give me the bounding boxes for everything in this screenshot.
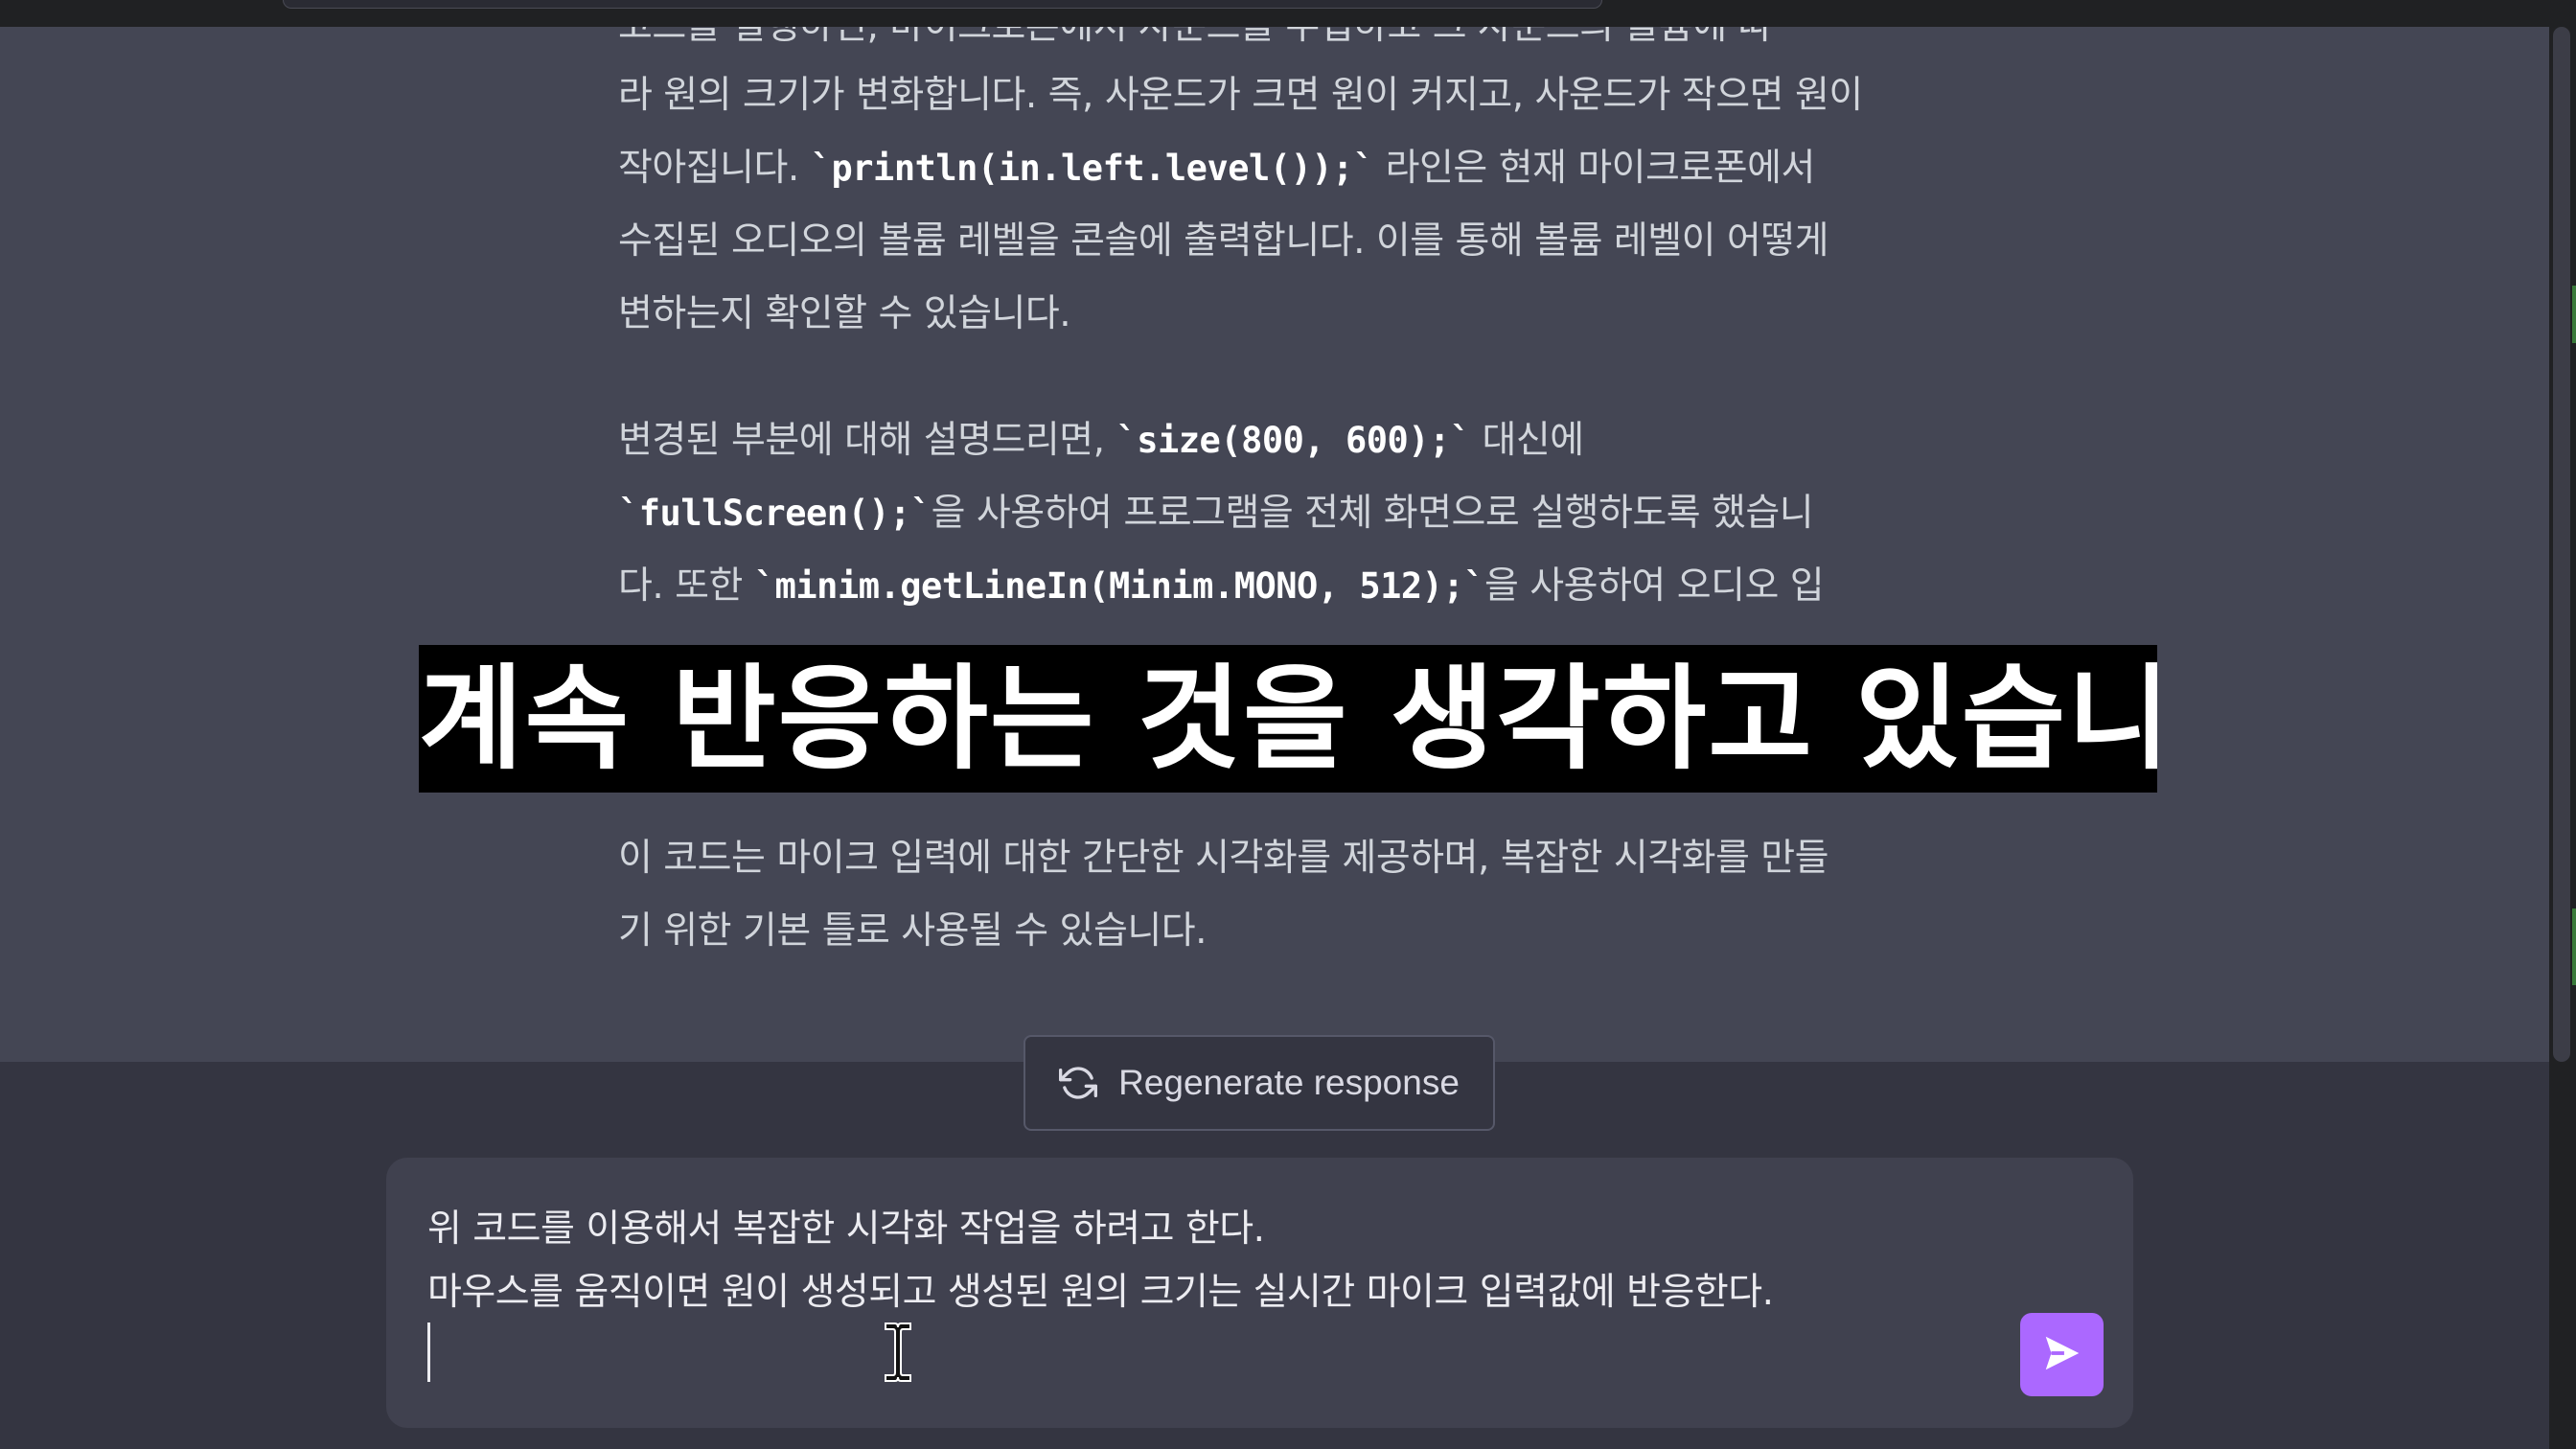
page-scrollbar[interactable] xyxy=(2549,27,2576,1449)
message-line: 수집된 오디오의 볼륨 레벨을 콘솔에 출력합니다. 이를 통해 볼륨 레벨이 … xyxy=(618,219,1829,263)
message-line: 이 코드는 마이크 입력에 대한 간단한 시각화를 제공하며, 복잡한 시각화를… xyxy=(618,837,1829,880)
regenerate-response-button[interactable]: Regenerate response xyxy=(1024,1035,1495,1131)
message-paragraph-1: 라 원의 크기가 변화합니다. 즉, 사운드가 크면 원이 커지고, 사운드가 … xyxy=(618,59,1902,351)
scroll-marker xyxy=(2572,908,2576,985)
inline-code: `println(in.left.level());` xyxy=(810,148,1374,189)
video-subtitle: 계속 반응하는 것을 생각하고 있습니다 xyxy=(419,645,2157,793)
text-caret xyxy=(427,1322,430,1382)
message-line: 라 원의 크기가 변화합니다. 즉, 사운드가 크면 원이 커지고, 사운드가 … xyxy=(618,74,1863,117)
inline-code: `fullScreen();` xyxy=(618,493,932,534)
input-line: 마우스를 움직이면 원이 생성되고 생성된 원의 크기는 실시간 마이크 입력값… xyxy=(427,1271,1774,1314)
message-input-text[interactable]: 위 코드를 이용해서 복잡한 시각화 작업을 하려고 한다. 마우스를 움직이면… xyxy=(427,1198,2009,1324)
inline-code: `size(800, 600);` xyxy=(1116,420,1471,461)
message-paragraph-3: 이 코드는 마이크 입력에 대한 간단한 시각화를 제공하며, 복잡한 시각화를… xyxy=(618,822,1902,968)
input-line: 위 코드를 이용해서 복잡한 시각화 작업을 하려고 한다. xyxy=(427,1208,1265,1251)
browser-top-bar xyxy=(0,0,2576,28)
ibeam-cursor-icon xyxy=(882,1321,914,1384)
scroll-marker xyxy=(2572,286,2576,343)
message-paragraph-2: 변경된 부분에 대해 설명드리면, `size(800, 600);` 대신에 … xyxy=(618,404,1902,623)
inline-code: `minim.getLineIn(Minim.MONO, 512);` xyxy=(753,565,1485,607)
message-line: 기 위한 기본 틀로 사용될 수 있습니다. xyxy=(618,909,1207,953)
message-line: 변하는지 확인할 수 있습니다. xyxy=(618,292,1071,335)
message-line: 작아집니다. `println(in.left.level());` 라인은 현… xyxy=(618,147,1815,190)
message-partial-line: 코드를 실행하면, 마이크로폰에서 사운드를 수집하고 그 사운드의 볼륨에 따 xyxy=(618,27,1902,63)
message-line: 변경된 부분에 대해 설명드리면, `size(800, 600);` 대신에 xyxy=(618,419,1584,462)
message-input-box[interactable]: 위 코드를 이용해서 복잡한 시각화 작업을 하려고 한다. 마우스를 움직이면… xyxy=(386,1158,2133,1428)
message-line: 다. 또한 `minim.getLineIn(Minim.MONO, 512);… xyxy=(618,564,1825,608)
message-line: `fullScreen();`을 사용하여 프로그램을 전체 화면으로 실행하도… xyxy=(618,492,1814,535)
send-icon xyxy=(2040,1331,2084,1379)
send-button[interactable] xyxy=(2020,1313,2104,1396)
regenerate-label: Regenerate response xyxy=(1118,1063,1460,1102)
browser-tab-strip xyxy=(283,0,1602,9)
scrollbar-thumb[interactable] xyxy=(2553,27,2570,1062)
refresh-icon xyxy=(1059,1064,1098,1102)
